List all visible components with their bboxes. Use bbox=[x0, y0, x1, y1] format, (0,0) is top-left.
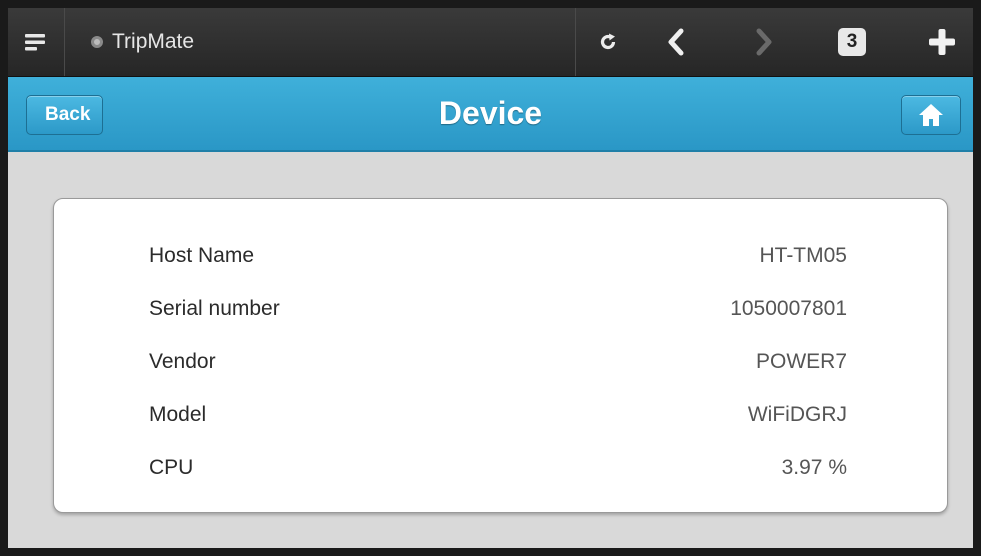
info-row-serial-number: Serial number 1050007801 bbox=[149, 289, 847, 329]
menu-icon bbox=[25, 34, 45, 51]
tabs-button[interactable]: 3 bbox=[830, 8, 874, 76]
reload-button[interactable] bbox=[586, 8, 630, 76]
menu-button[interactable] bbox=[8, 8, 65, 76]
app-frame: TripMate 3 Device Back Host Name HT-TM05… bbox=[8, 8, 973, 548]
browser-toolbar: TripMate 3 bbox=[8, 8, 973, 77]
tab-title: TripMate bbox=[112, 30, 195, 53]
info-label: CPU bbox=[149, 456, 194, 479]
info-label: Serial number bbox=[149, 297, 280, 320]
page-title: Device bbox=[438, 95, 543, 131]
app-header: Device Back bbox=[8, 77, 973, 152]
tab-count-badge: 3 bbox=[838, 28, 866, 56]
info-label: Vendor bbox=[149, 350, 216, 373]
info-label: Host Name bbox=[149, 244, 255, 267]
info-row-cpu: CPU 3.97 % bbox=[149, 448, 847, 488]
tab-dot-icon bbox=[91, 36, 103, 48]
chevron-left-icon bbox=[668, 28, 684, 56]
info-value: HT-TM05 bbox=[759, 244, 847, 267]
info-row-vendor: Vendor POWER7 bbox=[149, 342, 847, 382]
info-value: 1050007801 bbox=[730, 297, 847, 320]
browser-tab[interactable]: TripMate bbox=[65, 8, 576, 76]
info-value: POWER7 bbox=[755, 350, 847, 373]
plus-icon bbox=[929, 29, 955, 55]
info-label: Model bbox=[149, 403, 207, 426]
info-row-model: Model WiFiDGRJ bbox=[149, 395, 847, 435]
device-info-card: Host Name HT-TM05 Serial number 10500078… bbox=[53, 198, 948, 513]
back-button-label: Back bbox=[45, 104, 91, 125]
back-button-body[interactable]: Back bbox=[26, 95, 104, 135]
home-icon bbox=[919, 104, 943, 126]
nav-back-button[interactable] bbox=[654, 8, 698, 76]
nav-forward-button[interactable] bbox=[742, 8, 786, 76]
info-row-host-name: Host Name HT-TM05 bbox=[149, 236, 847, 276]
chevron-right-icon bbox=[756, 28, 772, 56]
info-value: WiFiDGRJ bbox=[747, 403, 847, 426]
new-tab-button[interactable] bbox=[918, 8, 966, 76]
home-button[interactable] bbox=[901, 95, 961, 135]
back-button[interactable]: Back bbox=[26, 95, 104, 135]
info-value: 3.97 % bbox=[781, 456, 847, 479]
reload-icon bbox=[600, 33, 616, 50]
